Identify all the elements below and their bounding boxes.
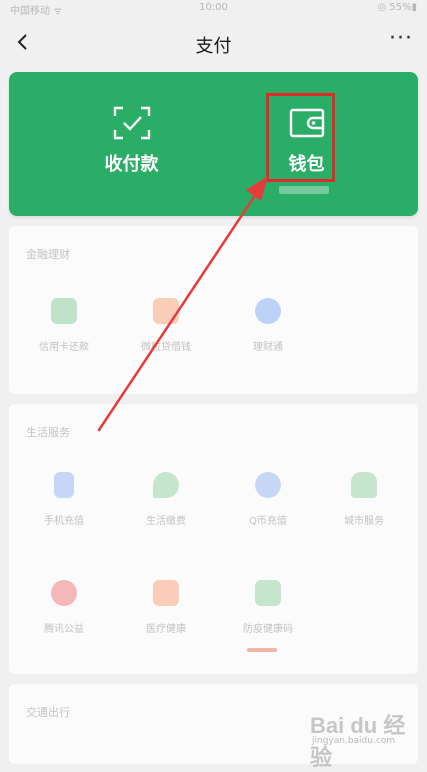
- collect-pay-label: 收付款: [104, 154, 159, 175]
- service-label: 城市服务: [344, 516, 384, 527]
- finance-section: 金融理财 信用卡还款 微粒贷借钱 理财通: [9, 226, 418, 394]
- wallet-highlight-box: [266, 93, 335, 182]
- service-city[interactable]: 城市服务: [313, 472, 415, 527]
- collect-pay-button[interactable]: 收付款: [64, 72, 199, 216]
- service-utility[interactable]: 生活缴费: [115, 472, 217, 527]
- credit-card-icon: [51, 298, 77, 324]
- nav-bar: 支付 ···: [0, 22, 427, 64]
- promo-indicator: [247, 648, 277, 652]
- page-title: 支付: [195, 36, 232, 57]
- service-phone-topup[interactable]: 手机充值: [13, 472, 115, 527]
- city-icon: [351, 472, 377, 498]
- service-medical[interactable]: 医疗健康: [115, 580, 217, 635]
- service-label: 医疗健康: [146, 624, 186, 635]
- service-wealth[interactable]: 理财通: [217, 298, 319, 353]
- service-label: 理财通: [253, 342, 283, 353]
- scan-qr-icon: [113, 106, 150, 140]
- loan-icon: [153, 298, 179, 324]
- section-title: 生活服务: [26, 426, 70, 439]
- service-label: 信用卡还款: [39, 342, 89, 353]
- baidu-watermark: Bai du 经验 jingyan.baidu.com: [310, 706, 418, 770]
- wallet-balance-blurred: [279, 186, 329, 194]
- health-code-icon: [255, 580, 281, 606]
- watermark-url: jingyan.baidu.com: [312, 736, 396, 746]
- service-label: 腾讯公益: [44, 624, 84, 635]
- service-credit-card[interactable]: 信用卡还款: [13, 298, 115, 353]
- life-services-section: 生活服务 手机充值 生活缴费 Q币充值 城市服务 腾讯公益 医疗健康 防疫健康码: [9, 404, 418, 674]
- section-title: 交通出行: [26, 706, 70, 719]
- service-label: 手机充值: [44, 516, 84, 527]
- charity-icon: [51, 580, 77, 606]
- battery-indicator: ◎ 55%▮: [377, 2, 417, 13]
- phone-icon: [54, 472, 74, 498]
- service-label: 防疫健康码: [243, 624, 293, 635]
- service-label: Q币充值: [249, 516, 287, 527]
- more-menu-button[interactable]: ···: [389, 26, 413, 51]
- status-time: 10:00: [199, 2, 228, 13]
- service-qcoin[interactable]: Q币充值: [217, 472, 319, 527]
- payment-card: 收付款 钱包: [9, 72, 418, 216]
- service-charity[interactable]: 腾讯公益: [13, 580, 115, 635]
- service-label: 微粒贷借钱: [141, 342, 191, 353]
- service-loan[interactable]: 微粒贷借钱: [115, 298, 217, 353]
- utility-icon: [153, 472, 179, 498]
- medical-icon: [153, 580, 179, 606]
- qcoin-icon: [255, 472, 281, 498]
- service-label: 生活缴费: [146, 516, 186, 527]
- section-title: 金融理财: [26, 248, 70, 261]
- wealth-icon: [255, 298, 281, 324]
- service-health-code[interactable]: 防疫健康码: [217, 580, 319, 635]
- status-bar: 中国移动 ᯤ 10:00 ◎ 55%▮: [0, 0, 427, 22]
